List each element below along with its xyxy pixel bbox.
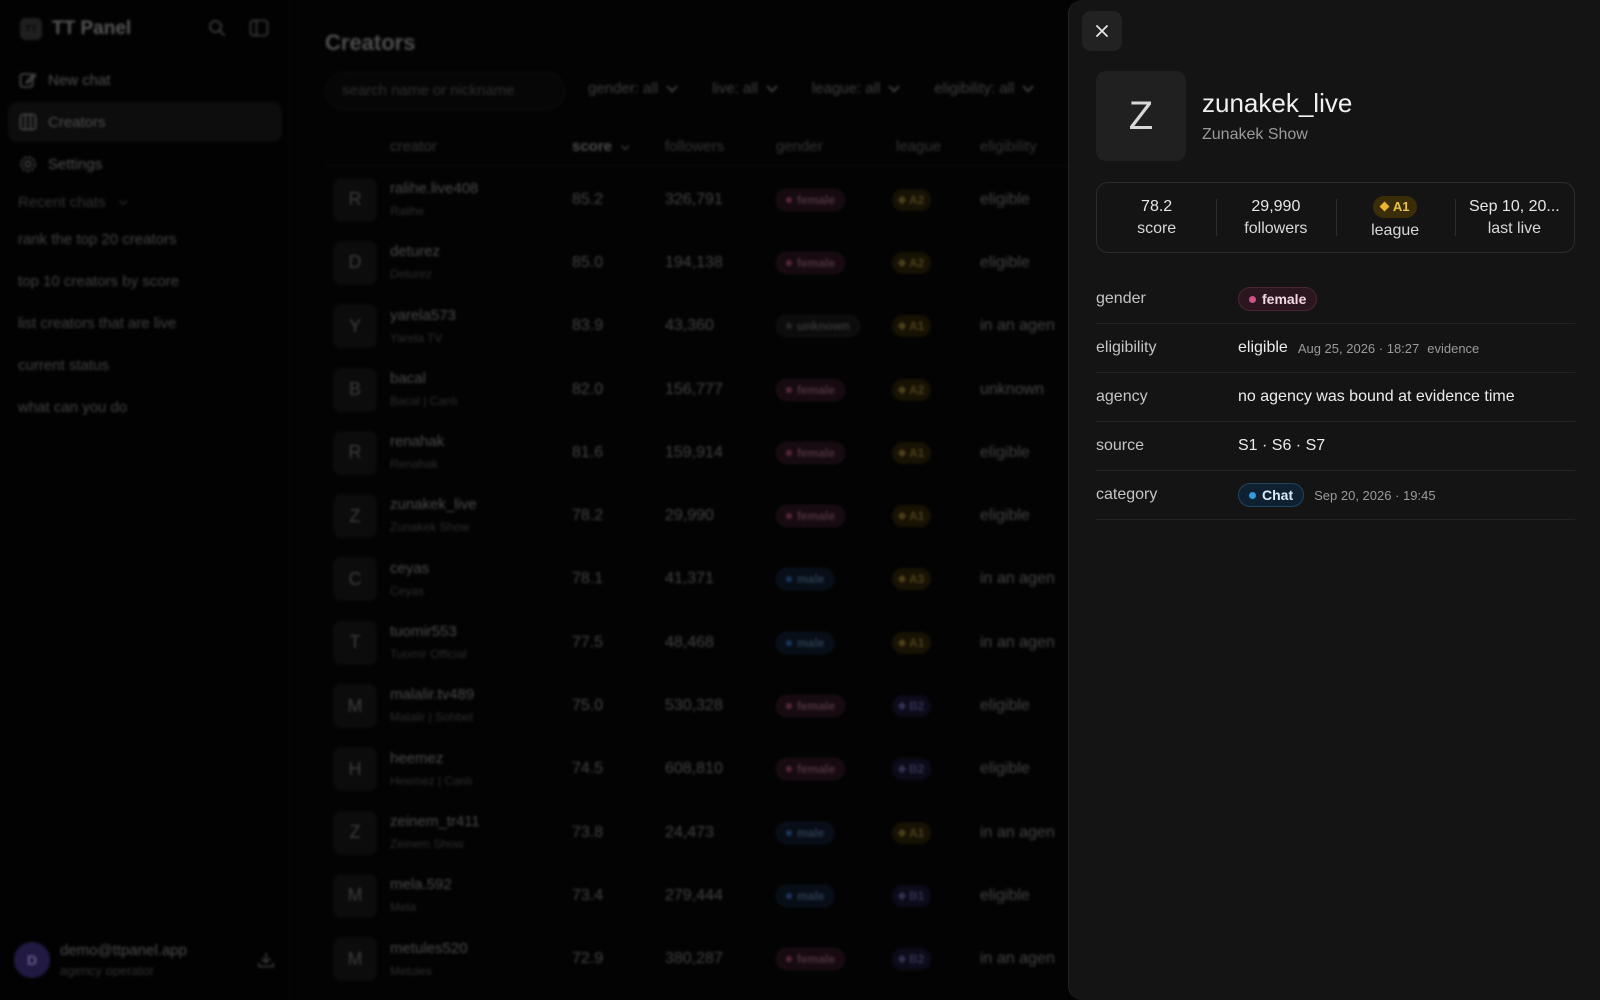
detail-value: female: [1238, 287, 1318, 311]
detail-list: gender female eligibility eligible Aug 2…: [1096, 275, 1575, 520]
creator-avatar: Z: [1096, 71, 1186, 161]
category-time: Sep 20, 2026 · 19:45: [1314, 487, 1436, 503]
close-icon: [1096, 25, 1108, 37]
detail-value: eligible Aug 25, 2026 · 18:27 evidence: [1238, 339, 1479, 357]
stat-last-live: Sep 10, 20... last live: [1454, 183, 1574, 252]
detail-row-category: category Chat Sep 20, 2026 · 19:45: [1096, 471, 1575, 520]
category-value: Chat: [1262, 487, 1294, 503]
creator-name: zunakek_live: [1202, 88, 1353, 118]
detail-key: eligibility: [1096, 339, 1157, 356]
stat-label: followers: [1244, 219, 1308, 237]
stat-label: last live: [1487, 219, 1542, 237]
status-dot: [1249, 491, 1256, 499]
league-badge: A1: [1372, 195, 1418, 218]
stats-card: 78.2 score 29,990 followers A1 league Se…: [1096, 182, 1575, 253]
detail-value: Chat Sep 20, 2026 · 19:45: [1238, 483, 1436, 507]
eligibility-value: eligible: [1238, 339, 1288, 356]
close-button[interactable]: [1082, 11, 1122, 51]
category-badge: Chat: [1238, 483, 1305, 507]
detail-key: gender: [1096, 290, 1146, 307]
detail-row-source: source S1 · S6 · S7: [1096, 422, 1575, 471]
creator-nickname: Zunakek Show: [1202, 126, 1308, 143]
status-dot: [1249, 295, 1256, 303]
stat-value: Sep 10, 20...: [1469, 197, 1560, 215]
evidence-link[interactable]: evidence: [1427, 341, 1479, 356]
source-value: S1 · S6 · S7: [1238, 437, 1326, 454]
stat-value: 78.2: [1141, 197, 1173, 215]
detail-key: source: [1096, 437, 1145, 454]
stat-league: A1 league: [1335, 183, 1455, 252]
stat-score: 78.2 score: [1097, 183, 1216, 252]
detail-row-agency: agency no agency was bound at evidence t…: [1096, 373, 1575, 422]
detail-row-eligibility: eligibility eligible Aug 25, 2026 · 18:2…: [1096, 324, 1575, 373]
creator-detail-panel: Z zunakek_live Zunakek Show 78.2 score 2…: [1068, 0, 1600, 1000]
gender-badge: female: [1238, 287, 1318, 311]
stat-label: score: [1137, 219, 1177, 237]
stat-label: league: [1371, 221, 1420, 239]
league-value: A1: [1392, 199, 1410, 214]
agency-value: no agency was bound at evidence time: [1238, 388, 1515, 405]
stat-value: 29,990: [1251, 197, 1301, 215]
detail-key: category: [1096, 486, 1158, 503]
detail-key: agency: [1096, 388, 1148, 405]
eligibility-time: Aug 25, 2026 · 18:27: [1297, 340, 1420, 356]
stat-followers: 29,990 followers: [1216, 183, 1335, 252]
diamond-icon: [1379, 201, 1390, 212]
detail-row-gender: gender female: [1096, 275, 1575, 324]
gender-value: female: [1262, 291, 1307, 307]
